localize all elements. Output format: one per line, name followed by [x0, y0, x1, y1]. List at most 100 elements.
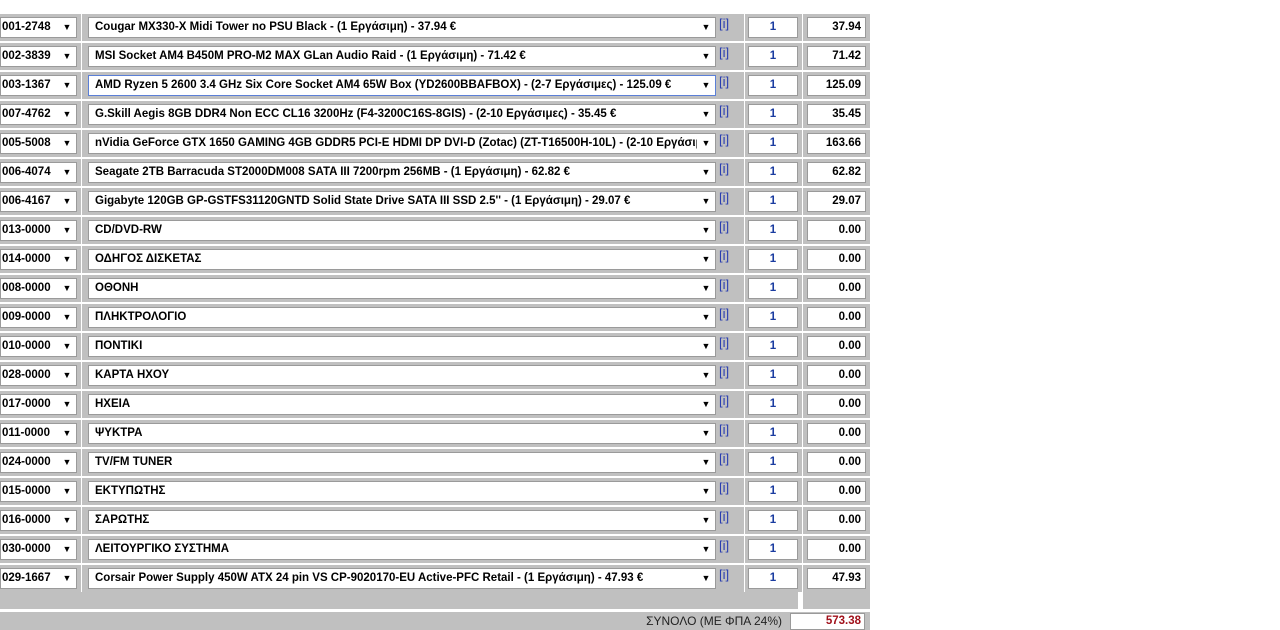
category-code-select[interactable]: 003-1367 ▼ [0, 75, 77, 96]
info-icon[interactable]: [i] [719, 451, 729, 467]
info-icon[interactable]: [i] [719, 248, 729, 264]
category-code-select[interactable]: 002-3839 ▼ [0, 46, 77, 67]
chevron-down-icon[interactable]: ▼ [697, 47, 715, 66]
quantity-input[interactable]: 1 [748, 510, 798, 531]
quantity-input[interactable]: 1 [748, 220, 798, 241]
category-code-select[interactable]: 006-4074 ▼ [0, 162, 77, 183]
chevron-down-icon[interactable]: ▼ [697, 163, 715, 182]
product-select[interactable]: ΗΧΕΙΑ ▼ [88, 394, 716, 415]
category-code-select[interactable]: 008-0000 ▼ [0, 278, 77, 299]
info-icon[interactable]: [i] [719, 335, 729, 351]
quantity-input[interactable]: 1 [748, 191, 798, 212]
chevron-down-icon[interactable]: ▼ [697, 221, 715, 240]
chevron-down-icon[interactable]: ▼ [58, 366, 76, 385]
quantity-input[interactable]: 1 [748, 162, 798, 183]
category-code-select[interactable]: 011-0000 ▼ [0, 423, 77, 444]
info-icon[interactable]: [i] [719, 45, 729, 61]
chevron-down-icon[interactable]: ▼ [697, 569, 715, 588]
chevron-down-icon[interactable]: ▼ [58, 424, 76, 443]
info-icon[interactable]: [i] [719, 567, 729, 583]
chevron-down-icon[interactable]: ▼ [697, 482, 715, 501]
chevron-down-icon[interactable]: ▼ [58, 453, 76, 472]
info-icon[interactable]: [i] [719, 103, 729, 119]
chevron-down-icon[interactable]: ▼ [58, 540, 76, 559]
product-select[interactable]: AMD Ryzen 5 2600 3.4 GHz Six Core Socket… [88, 75, 716, 96]
chevron-down-icon[interactable]: ▼ [58, 482, 76, 501]
info-icon[interactable]: [i] [719, 538, 729, 554]
chevron-down-icon[interactable]: ▼ [58, 337, 76, 356]
info-icon[interactable]: [i] [719, 161, 729, 177]
category-code-select[interactable]: 015-0000 ▼ [0, 481, 77, 502]
quantity-input[interactable]: 1 [748, 249, 798, 270]
chevron-down-icon[interactable]: ▼ [58, 308, 76, 327]
product-select[interactable]: Cougar MX330-X Midi Tower no PSU Black -… [88, 17, 716, 38]
chevron-down-icon[interactable]: ▼ [697, 337, 715, 356]
category-code-select[interactable]: 014-0000 ▼ [0, 249, 77, 270]
product-select[interactable]: ΣΑΡΩΤΗΣ ▼ [88, 510, 716, 531]
chevron-down-icon[interactable]: ▼ [58, 163, 76, 182]
product-select[interactable]: G.Skill Aegis 8GB DDR4 Non ECC CL16 3200… [88, 104, 716, 125]
info-icon[interactable]: [i] [719, 74, 729, 90]
category-code-select[interactable]: 010-0000 ▼ [0, 336, 77, 357]
chevron-down-icon[interactable]: ▼ [697, 511, 715, 530]
category-code-select[interactable]: 017-0000 ▼ [0, 394, 77, 415]
chevron-down-icon[interactable]: ▼ [697, 366, 715, 385]
quantity-input[interactable]: 1 [748, 394, 798, 415]
chevron-down-icon[interactable]: ▼ [697, 308, 715, 327]
quantity-input[interactable]: 1 [748, 17, 798, 38]
info-icon[interactable]: [i] [719, 190, 729, 206]
product-select[interactable]: CD/DVD-RW ▼ [88, 220, 716, 241]
product-select[interactable]: TV/FM TUNER ▼ [88, 452, 716, 473]
chevron-down-icon[interactable]: ▼ [697, 540, 715, 559]
product-select[interactable]: Seagate 2TB Barracuda ST2000DM008 SATA I… [88, 162, 716, 183]
chevron-down-icon[interactable]: ▼ [58, 279, 76, 298]
info-icon[interactable]: [i] [719, 306, 729, 322]
chevron-down-icon[interactable]: ▼ [697, 105, 715, 124]
chevron-down-icon[interactable]: ▼ [697, 250, 715, 269]
quantity-input[interactable]: 1 [748, 568, 798, 589]
info-icon[interactable]: [i] [719, 422, 729, 438]
chevron-down-icon[interactable]: ▼ [58, 192, 76, 211]
product-select[interactable]: ΟΘΟΝΗ ▼ [88, 278, 716, 299]
product-select[interactable]: Gigabyte 120GB GP-GSTFS31120GNTD Solid S… [88, 191, 716, 212]
quantity-input[interactable]: 1 [748, 336, 798, 357]
product-select[interactable]: ΚΑΡΤΑ ΗΧΟΥ ▼ [88, 365, 716, 386]
product-select[interactable]: ΕΚΤΥΠΩΤΗΣ ▼ [88, 481, 716, 502]
product-select[interactable]: nVidia GeForce GTX 1650 GAMING 4GB GDDR5… [88, 133, 716, 154]
category-code-select[interactable]: 016-0000 ▼ [0, 510, 77, 531]
chevron-down-icon[interactable]: ▼ [58, 395, 76, 414]
chevron-down-icon[interactable]: ▼ [697, 424, 715, 443]
chevron-down-icon[interactable]: ▼ [58, 250, 76, 269]
chevron-down-icon[interactable]: ▼ [58, 18, 76, 37]
quantity-input[interactable]: 1 [748, 75, 798, 96]
info-icon[interactable]: [i] [719, 480, 729, 496]
info-icon[interactable]: [i] [719, 364, 729, 380]
chevron-down-icon[interactable]: ▼ [697, 453, 715, 472]
category-code-select[interactable]: 007-4762 ▼ [0, 104, 77, 125]
product-select[interactable]: ΠΟΝΤΙΚΙ ▼ [88, 336, 716, 357]
info-icon[interactable]: [i] [719, 219, 729, 235]
chevron-down-icon[interactable]: ▼ [58, 569, 76, 588]
category-code-select[interactable]: 005-5008 ▼ [0, 133, 77, 154]
category-code-select[interactable]: 009-0000 ▼ [0, 307, 77, 328]
chevron-down-icon[interactable]: ▼ [697, 76, 715, 95]
chevron-down-icon[interactable]: ▼ [58, 47, 76, 66]
info-icon[interactable]: [i] [719, 509, 729, 525]
quantity-input[interactable]: 1 [748, 104, 798, 125]
quantity-input[interactable]: 1 [748, 46, 798, 67]
chevron-down-icon[interactable]: ▼ [697, 18, 715, 37]
product-select[interactable]: ΠΛΗΚΤΡΟΛΟΓΙΟ ▼ [88, 307, 716, 328]
category-code-select[interactable]: 001-2748 ▼ [0, 17, 77, 38]
category-code-select[interactable]: 029-1667 ▼ [0, 568, 77, 589]
chevron-down-icon[interactable]: ▼ [58, 511, 76, 530]
quantity-input[interactable]: 1 [748, 452, 798, 473]
product-select[interactable]: ΛΕΙΤΟΥΡΓΙΚΟ ΣΥΣΤΗΜΑ ▼ [88, 539, 716, 560]
chevron-down-icon[interactable]: ▼ [58, 134, 76, 153]
info-icon[interactable]: [i] [719, 393, 729, 409]
product-select[interactable]: ΨΥΚΤΡΑ ▼ [88, 423, 716, 444]
category-code-select[interactable]: 006-4167 ▼ [0, 191, 77, 212]
category-code-select[interactable]: 030-0000 ▼ [0, 539, 77, 560]
product-select[interactable]: ΟΔΗΓΟΣ ΔΙΣΚΕΤΑΣ ▼ [88, 249, 716, 270]
info-icon[interactable]: [i] [719, 277, 729, 293]
chevron-down-icon[interactable]: ▼ [697, 395, 715, 414]
